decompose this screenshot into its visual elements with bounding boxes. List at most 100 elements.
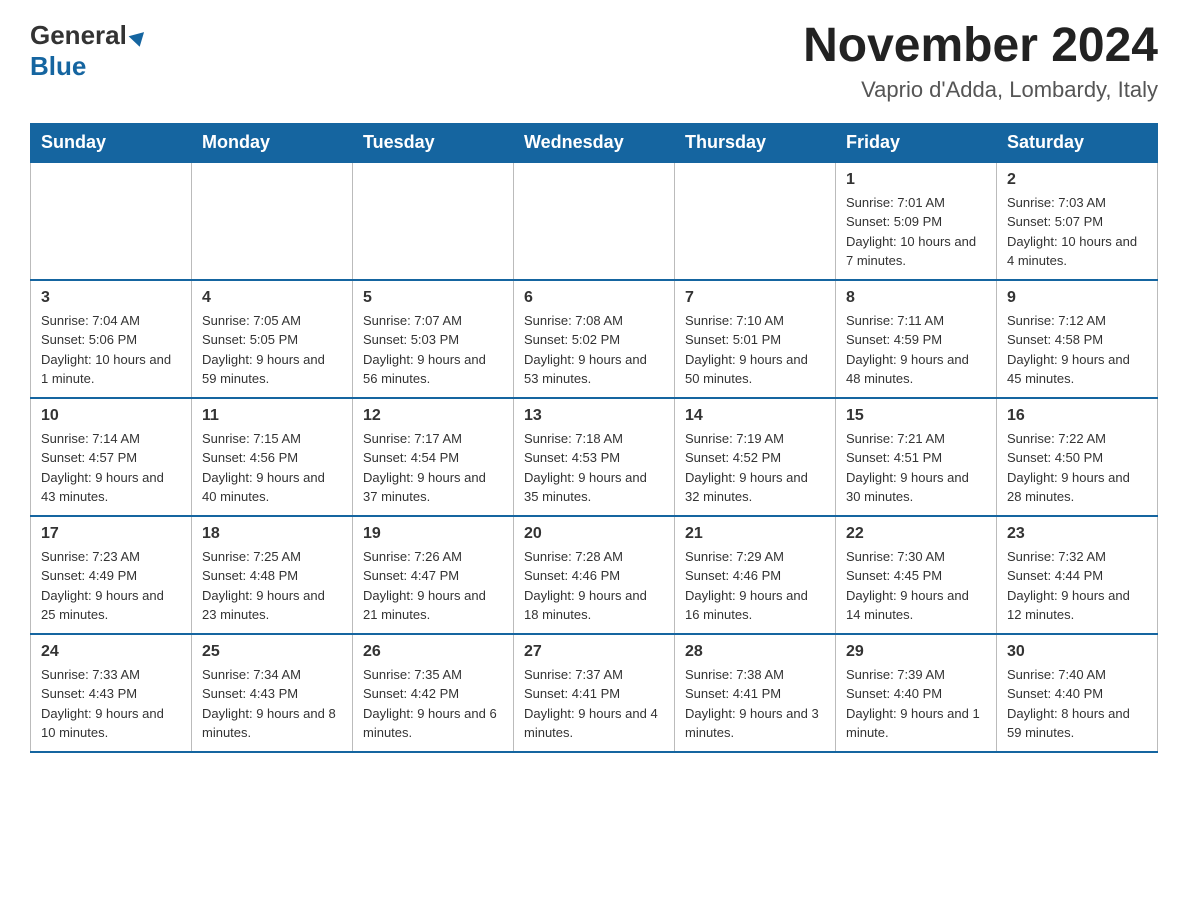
day-number: 16 [1007, 407, 1147, 425]
day-number: 18 [202, 525, 342, 543]
calendar-cell: 17Sunrise: 7:23 AM Sunset: 4:49 PM Dayli… [31, 516, 192, 634]
day-number: 15 [846, 407, 986, 425]
day-number: 5 [363, 289, 503, 307]
weekday-header-saturday: Saturday [997, 123, 1158, 162]
day-info: Sunrise: 7:11 AM Sunset: 4:59 PM Dayligh… [846, 311, 986, 389]
day-number: 12 [363, 407, 503, 425]
day-info: Sunrise: 7:39 AM Sunset: 4:40 PM Dayligh… [846, 665, 986, 743]
day-info: Sunrise: 7:12 AM Sunset: 4:58 PM Dayligh… [1007, 311, 1147, 389]
calendar-week-3: 10 Sunrise: 7:14 AM Sunset: 4:57 PM Dayli… [31, 398, 1158, 516]
page-header: General Blue November 2024 Vaprio d'Adda… [30, 20, 1158, 103]
day-number: 23 [1007, 525, 1147, 543]
day-info: Sunrise: 7:30 AM Sunset: 4:45 PM Dayligh… [846, 547, 986, 625]
calendar-cell: 29 Sunrise: 7:39 AM Sunset: 4:40 PM Dayli… [836, 634, 997, 752]
calendar-cell: 26 Sunrise: 7:35 AM Sunset: 4:42 PM Dayli… [353, 634, 514, 752]
calendar-cell: 3 Sunrise: 7:04 AM Sunset: 5:06 PM Daylig… [31, 280, 192, 398]
day-number: 30 [1007, 643, 1147, 661]
day-info: Sunrise: 7:35 AM Sunset: 4:42 PM Dayligh… [363, 665, 503, 743]
day-number: 26 [363, 643, 503, 661]
day-info: Sunrise: 7:03 AM Sunset: 5:07 PM Dayligh… [1007, 193, 1147, 271]
calendar-cell: 13 Sunrise: 7:18 AM Sunset: 4:53 PM Dayli… [514, 398, 675, 516]
calendar-cell: 2 Sunrise: 7:03 AM Sunset: 5:07 PM Daylig… [997, 162, 1158, 280]
logo-blue-text: Blue [30, 51, 86, 82]
day-info: Sunrise: 7:21 AM Sunset: 4:51 PM Dayligh… [846, 429, 986, 507]
calendar-cell: 27Sunrise: 7:37 AM Sunset: 4:41 PM Dayli… [514, 634, 675, 752]
day-number: 2 [1007, 171, 1147, 189]
day-info: Sunrise: 7:32 AM Sunset: 4:44 PM Dayligh… [1007, 547, 1147, 625]
calendar-table: SundayMondayTuesdayWednesdayThursdayFrid… [30, 123, 1158, 753]
day-info: Sunrise: 7:22 AM Sunset: 4:50 PM Dayligh… [1007, 429, 1147, 507]
day-number: 8 [846, 289, 986, 307]
calendar-cell: 24Sunrise: 7:33 AM Sunset: 4:43 PM Dayli… [31, 634, 192, 752]
weekday-header-thursday: Thursday [675, 123, 836, 162]
calendar-week-4: 17Sunrise: 7:23 AM Sunset: 4:49 PM Dayli… [31, 516, 1158, 634]
day-number: 21 [685, 525, 825, 543]
day-info: Sunrise: 7:17 AM Sunset: 4:54 PM Dayligh… [363, 429, 503, 507]
calendar-cell: 11 Sunrise: 7:15 AM Sunset: 4:56 PM Dayli… [192, 398, 353, 516]
day-info: Sunrise: 7:34 AM Sunset: 4:43 PM Dayligh… [202, 665, 342, 743]
day-number: 1 [846, 171, 986, 189]
calendar-cell: 10 Sunrise: 7:14 AM Sunset: 4:57 PM Dayli… [31, 398, 192, 516]
logo: General Blue [30, 20, 146, 82]
calendar-cell: 5 Sunrise: 7:07 AM Sunset: 5:03 PM Daylig… [353, 280, 514, 398]
day-number: 6 [524, 289, 664, 307]
day-number: 24 [41, 643, 181, 661]
day-number: 28 [685, 643, 825, 661]
calendar-cell: 4 Sunrise: 7:05 AM Sunset: 5:05 PM Daylig… [192, 280, 353, 398]
calendar-cell [353, 162, 514, 280]
day-number: 25 [202, 643, 342, 661]
calendar-week-2: 3 Sunrise: 7:04 AM Sunset: 5:06 PM Daylig… [31, 280, 1158, 398]
calendar-cell: 21 Sunrise: 7:29 AM Sunset: 4:46 PM Dayli… [675, 516, 836, 634]
calendar-cell: 16 Sunrise: 7:22 AM Sunset: 4:50 PM Dayli… [997, 398, 1158, 516]
day-info: Sunrise: 7:07 AM Sunset: 5:03 PM Dayligh… [363, 311, 503, 389]
calendar-cell: 19Sunrise: 7:26 AM Sunset: 4:47 PM Dayli… [353, 516, 514, 634]
weekday-header-monday: Monday [192, 123, 353, 162]
calendar-cell: 12 Sunrise: 7:17 AM Sunset: 4:54 PM Dayli… [353, 398, 514, 516]
calendar-body: 1 Sunrise: 7:01 AM Sunset: 5:09 PM Daylig… [31, 162, 1158, 752]
calendar-cell: 28 Sunrise: 7:38 AM Sunset: 4:41 PM Dayli… [675, 634, 836, 752]
calendar-cell: 6 Sunrise: 7:08 AM Sunset: 5:02 PM Daylig… [514, 280, 675, 398]
day-number: 19 [363, 525, 503, 543]
day-info: Sunrise: 7:40 AM Sunset: 4:40 PM Dayligh… [1007, 665, 1147, 743]
calendar-cell: 22 Sunrise: 7:30 AM Sunset: 4:45 PM Dayli… [836, 516, 997, 634]
calendar-cell: 23 Sunrise: 7:32 AM Sunset: 4:44 PM Dayli… [997, 516, 1158, 634]
logo-triangle-icon [128, 32, 147, 49]
day-info: Sunrise: 7:14 AM Sunset: 4:57 PM Dayligh… [41, 429, 181, 507]
logo-general-text: General [30, 20, 146, 51]
day-info: Sunrise: 7:23 AM Sunset: 4:49 PM Dayligh… [41, 547, 181, 625]
weekday-header-row: SundayMondayTuesdayWednesdayThursdayFrid… [31, 123, 1158, 162]
day-info: Sunrise: 7:29 AM Sunset: 4:46 PM Dayligh… [685, 547, 825, 625]
calendar-cell: 7Sunrise: 7:10 AM Sunset: 5:01 PM Daylig… [675, 280, 836, 398]
day-number: 3 [41, 289, 181, 307]
calendar-cell: 14Sunrise: 7:19 AM Sunset: 4:52 PM Dayli… [675, 398, 836, 516]
day-number: 4 [202, 289, 342, 307]
day-number: 10 [41, 407, 181, 425]
calendar-cell: 18Sunrise: 7:25 AM Sunset: 4:48 PM Dayli… [192, 516, 353, 634]
location: Vaprio d'Adda, Lombardy, Italy [803, 77, 1158, 103]
day-info: Sunrise: 7:10 AM Sunset: 5:01 PM Dayligh… [685, 311, 825, 389]
day-number: 22 [846, 525, 986, 543]
day-info: Sunrise: 7:01 AM Sunset: 5:09 PM Dayligh… [846, 193, 986, 271]
day-info: Sunrise: 7:08 AM Sunset: 5:02 PM Dayligh… [524, 311, 664, 389]
day-info: Sunrise: 7:28 AM Sunset: 4:46 PM Dayligh… [524, 547, 664, 625]
day-info: Sunrise: 7:15 AM Sunset: 4:56 PM Dayligh… [202, 429, 342, 507]
calendar-week-5: 24Sunrise: 7:33 AM Sunset: 4:43 PM Dayli… [31, 634, 1158, 752]
calendar-cell [192, 162, 353, 280]
calendar-cell [514, 162, 675, 280]
day-info: Sunrise: 7:04 AM Sunset: 5:06 PM Dayligh… [41, 311, 181, 389]
header-right: November 2024 Vaprio d'Adda, Lombardy, I… [803, 20, 1158, 103]
weekday-header-tuesday: Tuesday [353, 123, 514, 162]
day-info: Sunrise: 7:38 AM Sunset: 4:41 PM Dayligh… [685, 665, 825, 743]
day-number: 27 [524, 643, 664, 661]
day-number: 29 [846, 643, 986, 661]
day-info: Sunrise: 7:05 AM Sunset: 5:05 PM Dayligh… [202, 311, 342, 389]
calendar-cell: 20 Sunrise: 7:28 AM Sunset: 4:46 PM Dayli… [514, 516, 675, 634]
day-info: Sunrise: 7:18 AM Sunset: 4:53 PM Dayligh… [524, 429, 664, 507]
weekday-header-friday: Friday [836, 123, 997, 162]
weekday-header-sunday: Sunday [31, 123, 192, 162]
calendar-cell: 30 Sunrise: 7:40 AM Sunset: 4:40 PM Dayli… [997, 634, 1158, 752]
day-number: 11 [202, 407, 342, 425]
calendar-cell: 9Sunrise: 7:12 AM Sunset: 4:58 PM Daylig… [997, 280, 1158, 398]
day-number: 13 [524, 407, 664, 425]
day-number: 20 [524, 525, 664, 543]
